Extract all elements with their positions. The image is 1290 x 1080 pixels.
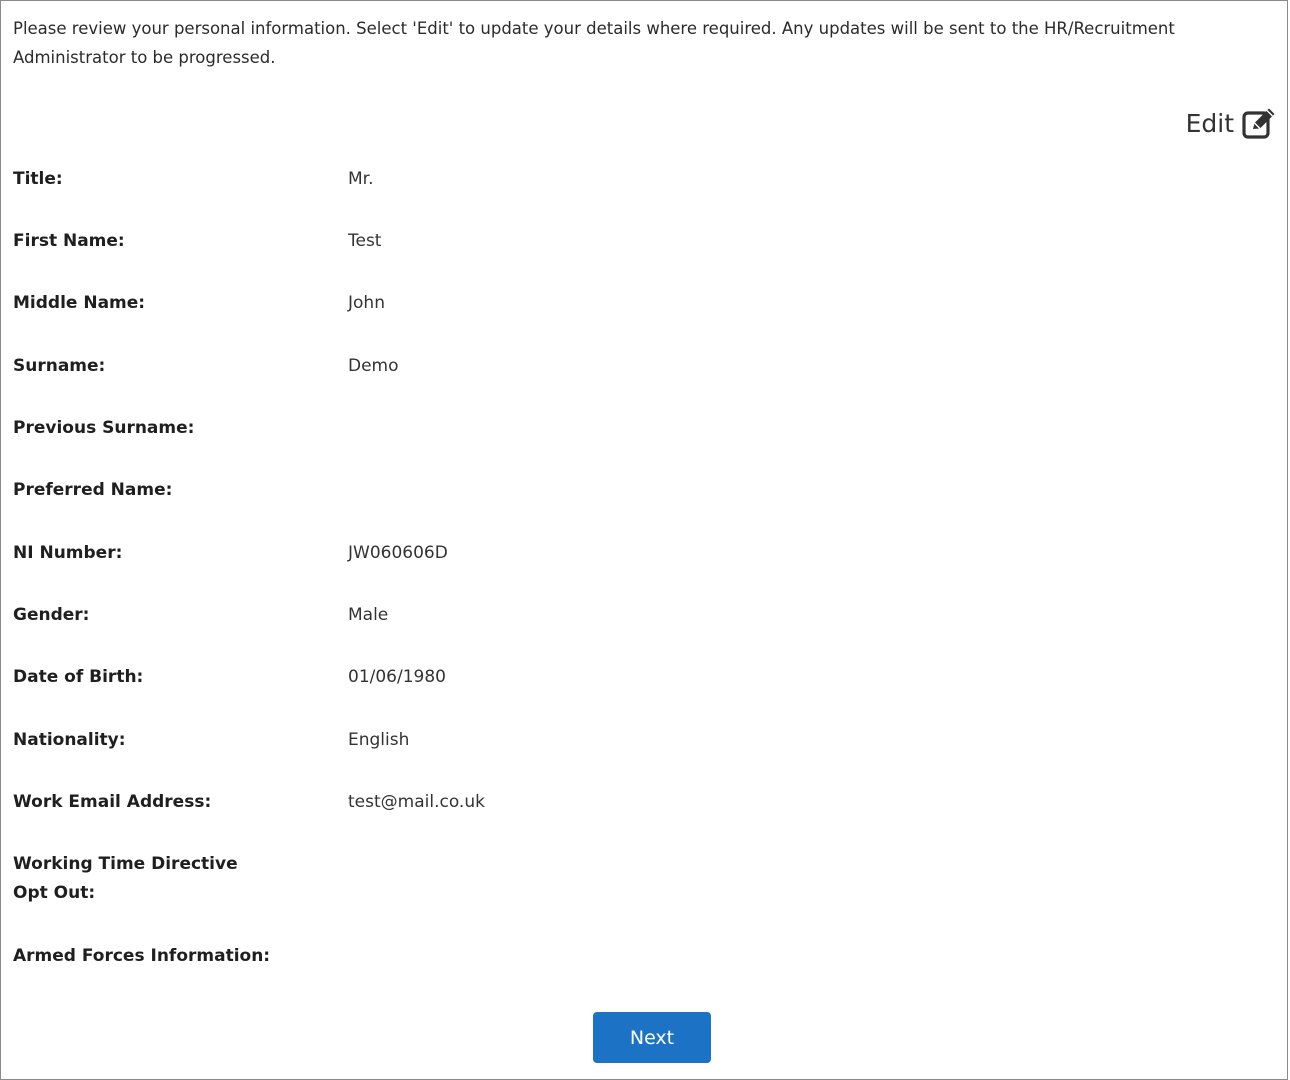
field-row-work-email: Work Email Address: test@mail.co.uk bbox=[13, 788, 1273, 850]
field-row-working-time-directive: Working Time Directive Opt Out: bbox=[13, 850, 1273, 942]
field-label: Working Time Directive Opt Out: bbox=[13, 854, 238, 903]
field-row-nationality: Nationality: English bbox=[13, 726, 1273, 788]
edit-square-icon bbox=[1242, 107, 1278, 139]
field-label: Work Email Address: bbox=[13, 792, 212, 812]
field-row-previous-surname: Previous Surname: bbox=[13, 414, 1273, 476]
field-row-preferred-name: Preferred Name: bbox=[13, 476, 1273, 539]
field-row-surname: Surname: Demo bbox=[13, 352, 1273, 414]
field-value: 01/06/1980 bbox=[348, 667, 446, 687]
field-value: English bbox=[348, 730, 410, 750]
field-row-date-of-birth: Date of Birth: 01/06/1980 bbox=[13, 663, 1273, 726]
field-row-title: Title: Mr. bbox=[13, 165, 1273, 227]
field-value: Mr. bbox=[348, 169, 374, 189]
field-label: Title: bbox=[13, 169, 63, 189]
field-label: Armed Forces Information: bbox=[13, 946, 271, 966]
field-label: Gender: bbox=[13, 605, 90, 625]
field-label: First Name: bbox=[13, 231, 125, 251]
edit-label: Edit bbox=[1185, 108, 1234, 138]
field-value: Male bbox=[348, 605, 389, 625]
field-label: Date of Birth: bbox=[13, 667, 144, 687]
field-label: Previous Surname: bbox=[13, 418, 195, 438]
field-row-middle-name: Middle Name: John bbox=[13, 289, 1273, 352]
field-row-first-name: First Name: Test bbox=[13, 227, 1273, 289]
field-label: Preferred Name: bbox=[13, 480, 173, 500]
field-label: NI Number: bbox=[13, 543, 123, 563]
field-label: Nationality: bbox=[13, 730, 126, 750]
field-label: Surname: bbox=[13, 356, 106, 376]
field-value: John bbox=[348, 293, 385, 313]
field-value: JW060606D bbox=[348, 543, 448, 563]
intro-text: Please review your personal information.… bbox=[13, 19, 1175, 67]
next-button[interactable]: Next bbox=[593, 1012, 711, 1063]
edit-button[interactable]: Edit bbox=[1186, 103, 1278, 143]
field-value: Test bbox=[348, 231, 382, 251]
field-row-gender: Gender: Male bbox=[13, 601, 1273, 663]
personal-details-list: Title: Mr. First Name: Test Middle Name:… bbox=[13, 165, 1273, 982]
field-value: test@mail.co.uk bbox=[348, 792, 485, 812]
field-label: Middle Name: bbox=[13, 293, 146, 313]
field-row-armed-forces: Armed Forces Information: bbox=[13, 942, 1273, 982]
field-row-ni-number: NI Number: JW060606D bbox=[13, 539, 1273, 601]
field-value: Demo bbox=[348, 356, 399, 376]
